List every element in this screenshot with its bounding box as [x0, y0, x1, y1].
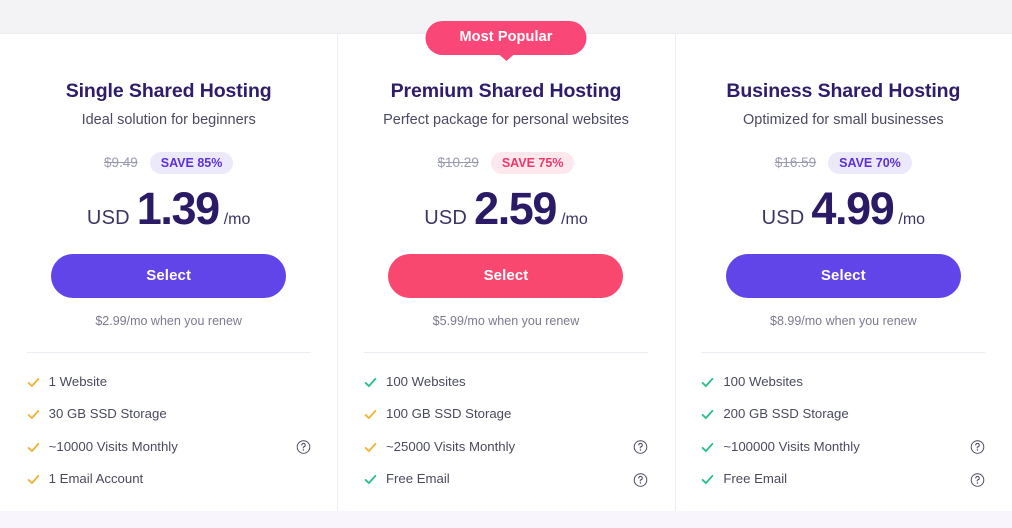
feature-label: Free Email [723, 471, 788, 487]
feature-label: ~100000 Visits Monthly [723, 438, 860, 454]
feature-label: 100 GB SSD Storage [385, 406, 512, 422]
feature-label: Free Email [385, 471, 450, 487]
feature-label: 200 GB SSD Storage [723, 406, 849, 422]
feature-item: ~25000 Visits Monthly [364, 438, 648, 455]
savings-row: $16.59 SAVE 70% [774, 151, 912, 175]
renewal-note: $8.99/mo when you renew [770, 313, 917, 328]
price-amount: 2.59 [474, 182, 557, 234]
feature-label: 30 GB SSD Storage [48, 406, 167, 422]
feature-list: 100 Websites 200 GB SSD Storage ~100000 Vi… [701, 373, 985, 487]
pricing-page: Single Shared Hosting Ideal solution for … [0, 0, 1012, 528]
feature-item: ~10000 Visits Monthly [27, 438, 311, 455]
plan-title: Business Shared Hosting [726, 80, 961, 102]
feature-item: 1 Website [27, 373, 311, 390]
price-period: /mo [561, 210, 588, 228]
price-amount: 4.99 [811, 182, 894, 234]
price-currency: USD [86, 206, 130, 229]
select-button[interactable]: Select [51, 253, 287, 298]
most-popular-badge: Most Popular [425, 21, 587, 55]
card-divider [701, 351, 986, 353]
feature-item: ~100000 Visits Monthly [701, 438, 985, 455]
check-icon [27, 408, 40, 421]
price-currency: USD [761, 206, 805, 229]
savings-row: $9.49 SAVE 85% [103, 151, 234, 175]
check-icon [701, 408, 714, 421]
check-icon [27, 473, 40, 486]
renewal-note: $2.99/mo when you renew [95, 313, 242, 328]
check-icon [364, 408, 377, 421]
save-badge: SAVE 85% [149, 151, 234, 175]
feature-label: 1 Website [48, 373, 108, 389]
page-bottom-strip [0, 511, 1012, 528]
renewal-note: $5.99/mo when you renew [432, 313, 580, 328]
feature-item: Free Email [701, 472, 985, 487]
plan-subtitle: Perfect package for personal websites [383, 112, 629, 129]
help-circle-icon[interactable] [970, 472, 985, 487]
feature-item: Free Email [364, 472, 648, 487]
plan-subtitle: Optimized for small businesses [742, 112, 944, 129]
pricing-cards-container: Single Shared Hosting Ideal solution for … [0, 21, 1012, 511]
feature-label: 100 Websites [385, 373, 466, 389]
feature-label: ~10000 Visits Monthly [48, 438, 178, 454]
help-circle-icon[interactable] [633, 472, 648, 487]
check-icon [701, 473, 714, 486]
price-row: USD 1.39/mo [87, 186, 250, 231]
feature-list: 100 Websites 100 GB SSD Storage ~25000 Vis… [364, 373, 648, 487]
plan-title: Single Shared Hosting [65, 80, 272, 102]
feature-item: 100 Websites [364, 373, 648, 390]
check-icon [364, 441, 377, 454]
original-price: $10.29 [437, 155, 479, 171]
check-icon [364, 473, 377, 486]
feature-label: ~25000 Visits Monthly [385, 438, 516, 454]
feature-item: 200 GB SSD Storage [701, 407, 985, 422]
check-icon [701, 441, 714, 454]
plan-subtitle: Ideal solution for beginners [81, 112, 256, 129]
help-circle-icon[interactable] [296, 440, 311, 455]
plan-title: Premium Shared Hosting [390, 80, 622, 102]
price-row: USD 2.59/mo [424, 186, 587, 231]
card-divider [363, 351, 648, 353]
select-button[interactable]: Select [388, 253, 624, 298]
save-badge: SAVE 70% [828, 151, 912, 175]
card-divider [26, 351, 311, 353]
select-button[interactable]: Select [725, 253, 961, 298]
pricing-card-premium-shared-hosting: Most Popular Premium Shared Hosting Perfec… [337, 21, 675, 511]
check-icon [27, 441, 40, 454]
pricing-card-single-shared-hosting: Single Shared Hosting Ideal solution for … [0, 34, 338, 511]
feature-item: 1 Email Account [27, 472, 311, 487]
original-price: $9.49 [103, 155, 138, 171]
price-period: /mo [898, 210, 926, 228]
feature-label: 1 Email Account [48, 471, 144, 487]
feature-label: 100 Websites [723, 373, 803, 389]
price-period: /mo [223, 210, 251, 228]
savings-row: $10.29 SAVE 75% [437, 151, 575, 175]
price-currency: USD [424, 206, 468, 229]
help-circle-icon[interactable] [970, 440, 985, 455]
original-price: $16.59 [774, 155, 817, 171]
price-row: USD 4.99/mo [762, 186, 925, 231]
check-icon [701, 376, 714, 389]
check-icon [364, 376, 377, 389]
check-icon [27, 376, 40, 389]
pricing-card-business-shared-hosting: Business Shared Hosting Optimized for sma… [674, 34, 1012, 511]
feature-item: 100 Websites [701, 373, 985, 390]
save-badge: SAVE 75% [490, 151, 575, 175]
price-amount: 1.39 [136, 182, 220, 234]
feature-item: 30 GB SSD Storage [27, 407, 311, 422]
feature-item: 100 GB SSD Storage [364, 407, 648, 422]
help-circle-icon[interactable] [633, 440, 648, 455]
feature-list: 1 Website 30 GB SSD Storage ~10000 Visits … [27, 373, 311, 487]
